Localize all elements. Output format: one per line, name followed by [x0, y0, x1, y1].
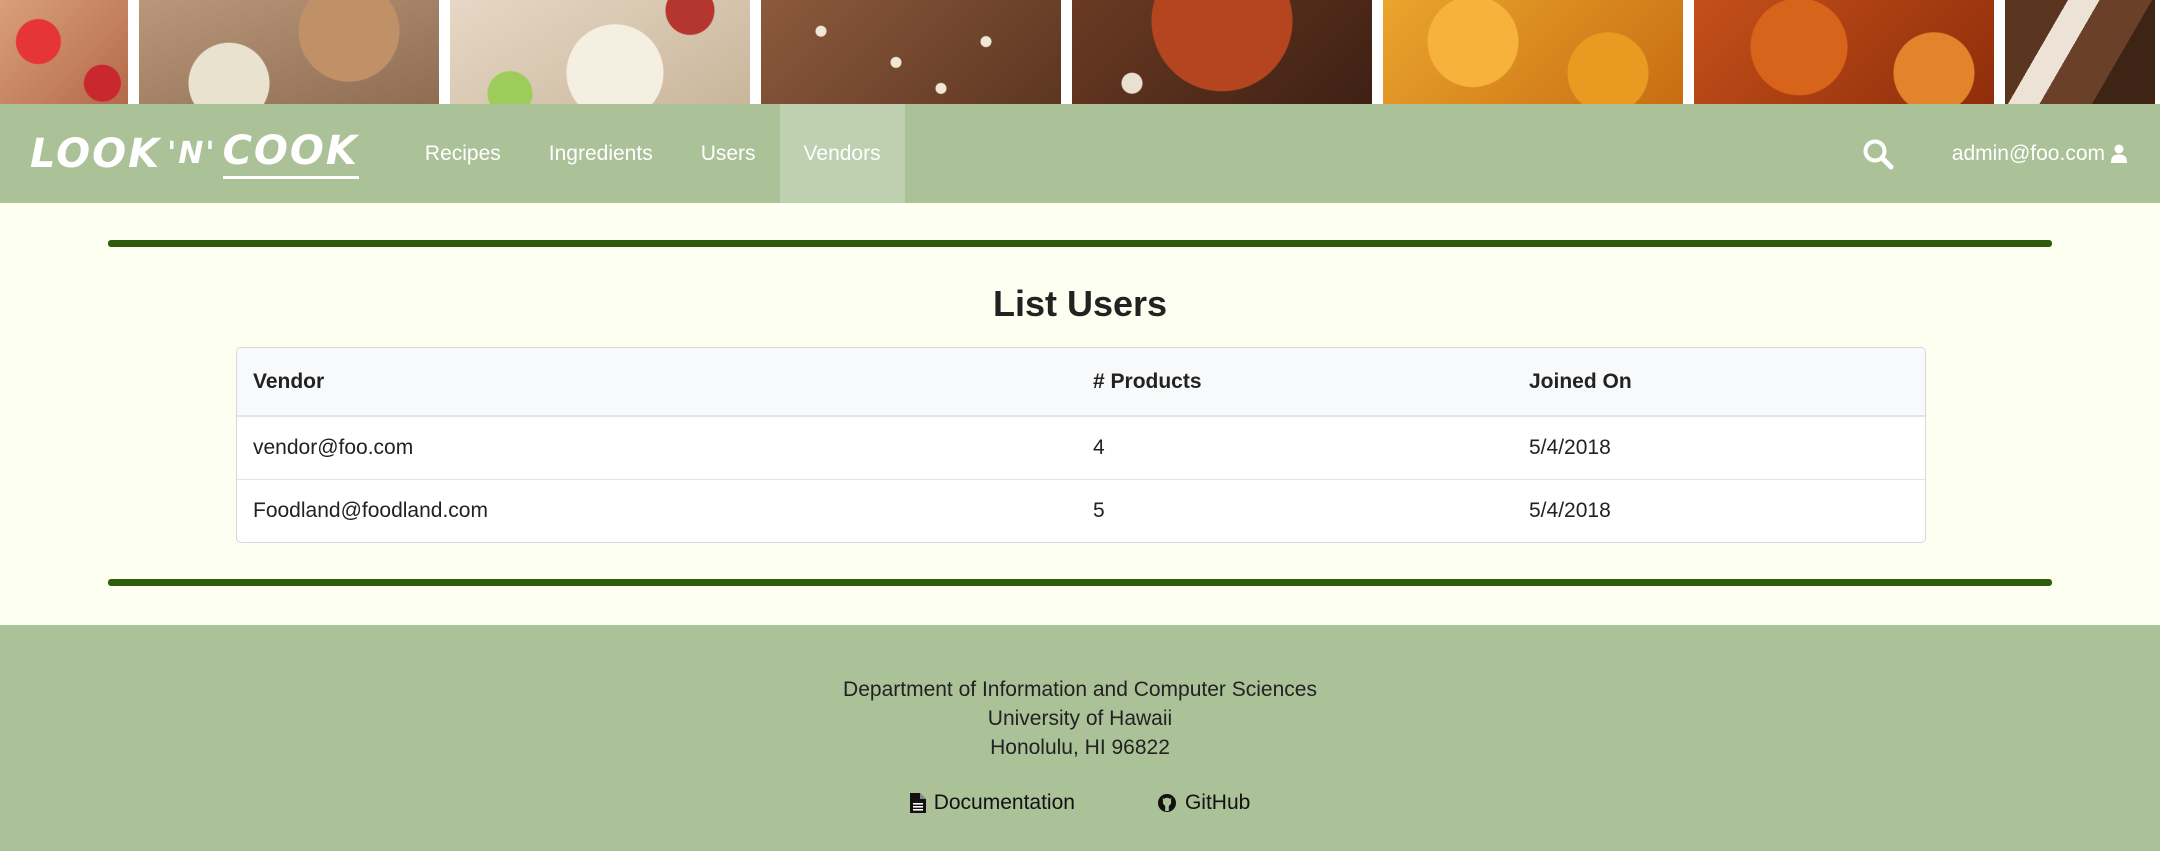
site-logo[interactable]: LOOK 'N' COOK: [30, 128, 359, 179]
navbar: LOOK 'N' COOK Recipes Ingredients Users …: [0, 104, 2160, 203]
file-icon: [909, 793, 926, 813]
column-header-joined-on: Joined On: [1513, 348, 1925, 417]
banner-photo-dessert: [2005, 0, 2155, 104]
nav-links: Recipes Ingredients Users Vendors: [401, 104, 905, 203]
divider-top: [108, 240, 2052, 247]
search-button[interactable]: [1856, 132, 1900, 176]
products-count-cell: 5: [1077, 479, 1513, 542]
vendors-table: Vendor # Products Joined On vendor@foo.c…: [237, 348, 1925, 542]
banner-photo-bread: [139, 0, 439, 104]
vendor-email-cell: vendor@foo.com: [253, 436, 414, 459]
nav-link-users[interactable]: Users: [677, 104, 780, 203]
vendors-table-card: Vendor # Products Joined On vendor@foo.c…: [236, 347, 1926, 543]
banner-photo-strawberries: [0, 0, 128, 104]
main-content: List Users Vendor # Products Joined On v…: [0, 203, 2160, 625]
column-header-products: # Products: [1077, 348, 1513, 417]
footer: Department of Information and Computer S…: [0, 625, 2160, 851]
user-menu[interactable]: admin@foo.com: [1952, 142, 2127, 166]
banner-photo-stew: [1694, 0, 1994, 104]
joined-on-cell: 5/4/2018: [1529, 436, 1611, 459]
address-line: Department of Information and Computer S…: [843, 678, 1317, 701]
nav-link-recipes[interactable]: Recipes: [401, 104, 525, 203]
column-header-vendor: Vendor: [237, 348, 1077, 417]
banner-photo-curry: [1383, 0, 1683, 104]
logo-n: 'N': [167, 136, 217, 171]
nav-link-ingredients[interactable]: Ingredients: [525, 104, 677, 203]
documentation-link[interactable]: Documentation: [909, 791, 1075, 815]
divider-bottom: [108, 579, 2052, 586]
footer-address: Department of Information and Computer S…: [0, 625, 2160, 762]
user-email: admin@foo.com: [1951, 141, 2105, 165]
documentation-label: Documentation: [933, 791, 1075, 814]
banner-photo-granola: [761, 0, 1061, 104]
address-line: University of Hawaii: [987, 707, 1173, 730]
page-title: List Users: [992, 283, 1168, 324]
nav-right: admin@foo.com: [1856, 104, 2160, 203]
footer-links: Documentation GitHub: [0, 791, 2160, 815]
user-icon: [2111, 144, 2127, 163]
search-icon: [1863, 139, 1894, 169]
nav-link-vendors[interactable]: Vendors: [779, 104, 905, 203]
vendor-email-cell: Foodland@foodland.com: [237, 479, 1077, 542]
table-header-row: Vendor # Products Joined On: [237, 348, 1925, 417]
table-row: vendor@foo.com 4 5/4/2018: [237, 416, 1925, 480]
products-count-cell: 4: [1093, 436, 1105, 459]
github-link[interactable]: GitHub: [1157, 791, 1250, 815]
address-line: Honolulu, HI 96822: [990, 736, 1170, 759]
banner-photo-chocolate: [1072, 0, 1372, 104]
banner-photo-salad: [450, 0, 750, 104]
banner-food-photos: [0, 0, 2160, 104]
github-icon: [1157, 794, 1176, 812]
joined-on-cell: 5/4/2018: [1513, 479, 1925, 542]
logo-look: LOOK: [30, 130, 162, 177]
github-label: GitHub: [1184, 791, 1251, 814]
table-row: Foodland@foodland.com 5 5/4/2018: [237, 479, 1925, 542]
logo-cook: COOK: [222, 128, 359, 179]
